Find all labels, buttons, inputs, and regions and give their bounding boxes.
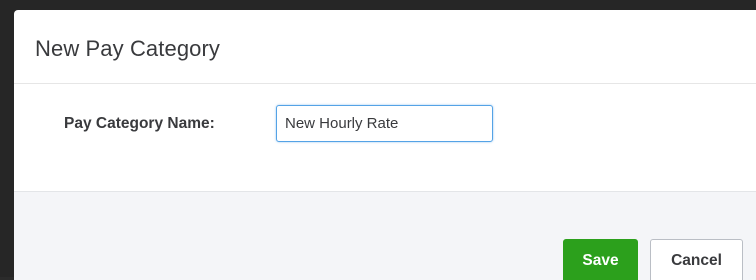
dialog-header: New Pay Category: [14, 10, 756, 84]
new-pay-category-dialog: New Pay Category Pay Category Name: Save…: [14, 10, 756, 280]
dialog-body: Pay Category Name:: [14, 84, 756, 191]
pay-category-name-input[interactable]: [276, 105, 493, 142]
dialog-footer: Save Cancel: [14, 191, 756, 280]
dialog-title: New Pay Category: [35, 36, 221, 61]
cancel-button[interactable]: Cancel: [650, 239, 743, 280]
save-button[interactable]: Save: [563, 239, 638, 280]
pay-category-name-label: Pay Category Name:: [64, 115, 215, 132]
